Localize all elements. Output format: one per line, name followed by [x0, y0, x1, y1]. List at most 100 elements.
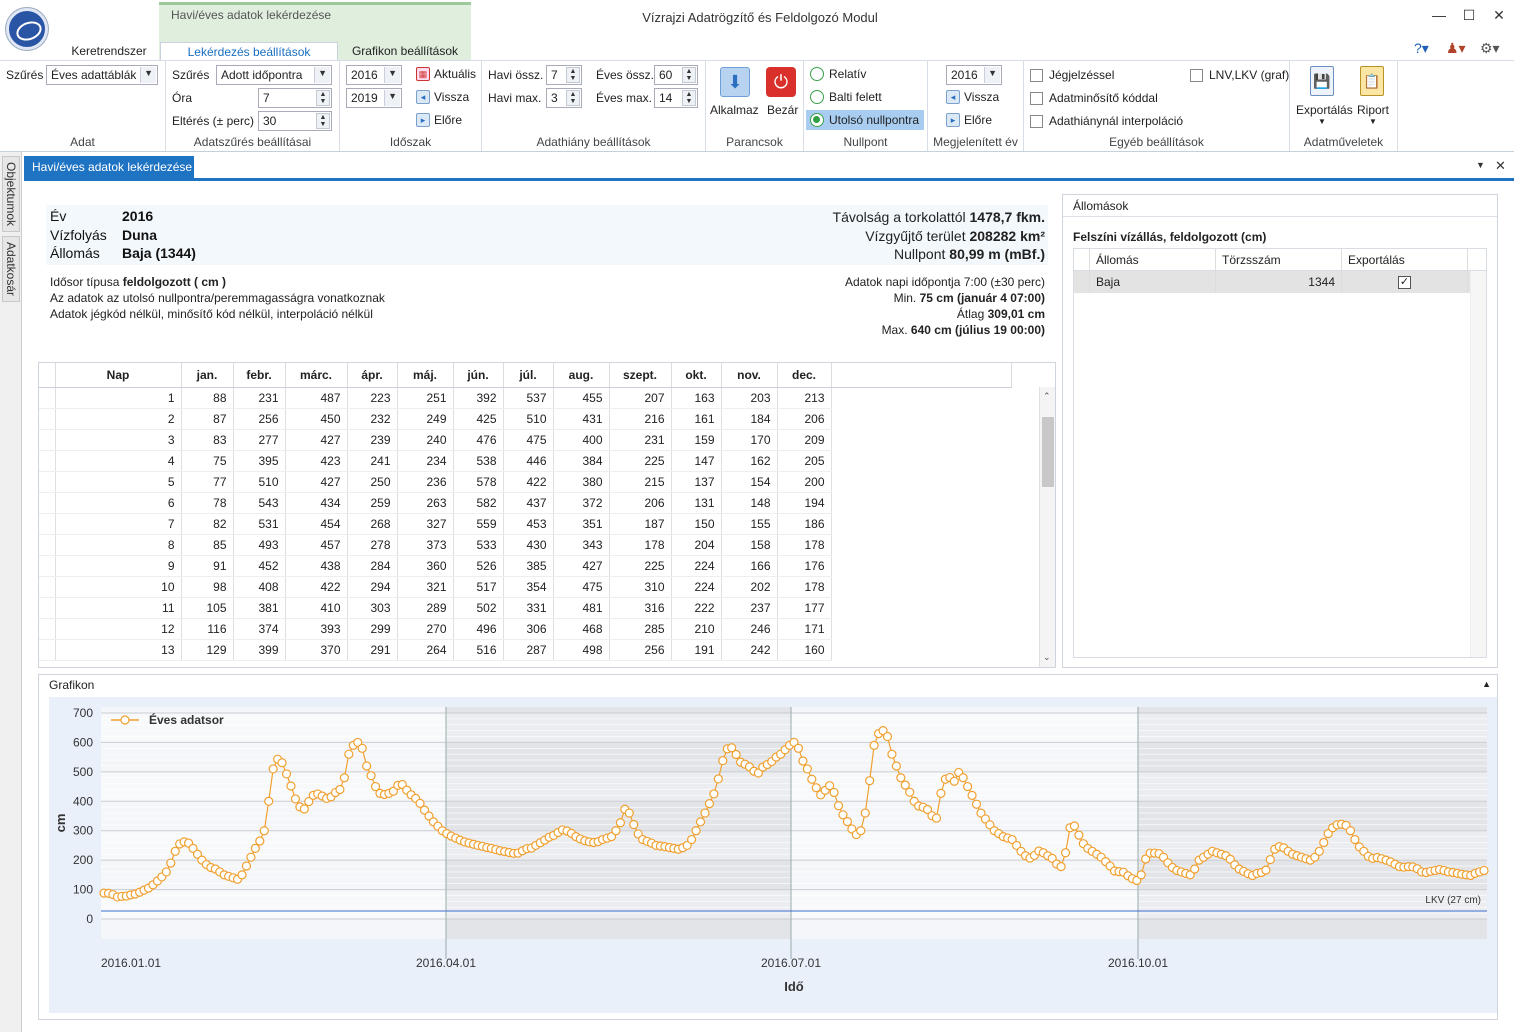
table-cell[interactable]: 209: [777, 429, 832, 451]
table-cell[interactable]: 400: [553, 429, 610, 451]
table-cell[interactable]: 82: [181, 513, 234, 535]
column-header[interactable]: Nap: [55, 363, 182, 388]
table-row[interactable]: 11 105 381 410 303 289 502 331 481 316 222 237 177: [39, 597, 1011, 619]
table-cell[interactable]: 13: [55, 639, 182, 661]
side-tab-objektumok[interactable]: Objektumok: [2, 156, 20, 232]
table-cell[interactable]: 303: [347, 597, 398, 619]
megj-vissza-button[interactable]: ◂ Vissza: [946, 90, 999, 104]
table-cell[interactable]: 538: [453, 450, 504, 472]
minimize-button[interactable]: —: [1422, 4, 1456, 26]
table-cell[interactable]: 207: [609, 387, 672, 409]
table-cell[interactable]: 77: [181, 471, 234, 493]
table-cell[interactable]: 155: [721, 513, 778, 535]
table-cell[interactable]: 7: [55, 513, 182, 535]
table-cell[interactable]: 11: [55, 597, 182, 619]
table-cell[interactable]: 187: [609, 513, 672, 535]
scrollbar-thumb[interactable]: [1042, 417, 1054, 487]
eves-ossz-spinner[interactable]: 60 ▲ ▼: [654, 65, 698, 85]
table-row[interactable]: 5 77 510 427 250 236 578 422 380 215 137 154 200: [39, 471, 1011, 493]
spin-arrows-icon[interactable]: ▲ ▼: [682, 90, 696, 106]
table-cell[interactable]: 240: [397, 429, 454, 451]
table-cell[interactable]: 158: [721, 534, 778, 556]
power-icon[interactable]: ⏻: [766, 67, 796, 97]
table-cell[interactable]: 502: [453, 597, 504, 619]
table-cell[interactable]: 2: [55, 408, 182, 430]
table-cell[interactable]: 374: [233, 618, 286, 640]
table-cell[interactable]: 83: [181, 429, 234, 451]
table-cell[interactable]: 200: [777, 471, 832, 493]
table-row[interactable]: 2 87 256 450 232 249 425 510 431 216 161 184 206: [39, 408, 1011, 430]
user-icon[interactable]: ♟▾: [1446, 40, 1466, 57]
table-cell[interactable]: 202: [721, 576, 778, 598]
table-cell[interactable]: 454: [285, 513, 348, 535]
table-cell[interactable]: 380: [553, 471, 610, 493]
column-header[interactable]: febr.: [233, 363, 286, 388]
table-cell[interactable]: 354: [503, 576, 554, 598]
help-icon[interactable]: ?▾: [1414, 40, 1429, 57]
table-cell[interactable]: 215: [609, 471, 672, 493]
idoszak-elore-button[interactable]: ▸ Előre: [416, 113, 462, 127]
station-row[interactable]: Baja 1344 ✓: [1074, 271, 1486, 293]
table-cell[interactable]: 3: [55, 429, 182, 451]
table-row[interactable]: 6 78 543 434 259 263 582 437 372 206 131 148 194: [39, 492, 1011, 514]
table-cell[interactable]: 6: [55, 492, 182, 514]
table-cell[interactable]: 231: [233, 387, 286, 409]
table-cell[interactable]: 381: [233, 597, 286, 619]
spin-arrows-icon[interactable]: ▲ ▼: [566, 90, 580, 106]
table-cell[interactable]: 176: [777, 555, 832, 577]
export-button[interactable]: Exportálás: [1296, 103, 1353, 117]
table-row[interactable]: 8 85 493 457 278 373 533 430 343 178 204 158 178: [39, 534, 1011, 556]
table-row[interactable]: 9 91 452 438 284 360 526 385 427 225 224 166 176: [39, 555, 1011, 577]
table-cell[interactable]: 331: [503, 597, 554, 619]
table-cell[interactable]: 256: [609, 639, 672, 661]
table-cell[interactable]: 256: [233, 408, 286, 430]
table-cell[interactable]: 452: [233, 555, 286, 577]
table-cell[interactable]: 8: [55, 534, 182, 556]
collapse-icon[interactable]: ▲: [1482, 679, 1491, 689]
scroll-up-icon[interactable]: ⌃: [1043, 391, 1051, 402]
table-cell[interactable]: 177: [777, 597, 832, 619]
radio-utolso[interactable]: Utolsó nullpontra: [806, 110, 924, 130]
table-cell[interactable]: 277: [233, 429, 286, 451]
table-cell[interactable]: 116: [181, 618, 234, 640]
table-cell[interactable]: 216: [609, 408, 672, 430]
table-cell[interactable]: 578: [453, 471, 504, 493]
ora-spinner[interactable]: 7 ▲ ▼: [258, 88, 332, 108]
table-cell[interactable]: 582: [453, 492, 504, 514]
table-cell[interactable]: 559: [453, 513, 504, 535]
data-grid[interactable]: Nap jan. febr. márc. ápr. máj. jún. júl. aug. sze…: [38, 362, 1056, 668]
table-cell[interactable]: 242: [721, 639, 778, 661]
table-cell[interactable]: 264: [397, 639, 454, 661]
table-row[interactable]: 12 116 374 393 299 270 496 306 468 285 210 246 171: [39, 618, 1011, 640]
table-cell[interactable]: 517: [453, 576, 504, 598]
table-cell[interactable]: 191: [671, 639, 722, 661]
table-cell[interactable]: 493: [233, 534, 286, 556]
report-clipboard-icon[interactable]: 📋: [1360, 66, 1384, 96]
aktualis-button[interactable]: ▦ Aktuális: [416, 67, 476, 81]
table-cell[interactable]: 450: [285, 408, 348, 430]
table-cell[interactable]: 259: [347, 492, 398, 514]
table-cell[interactable]: 399: [233, 639, 286, 661]
table-cell[interactable]: 186: [777, 513, 832, 535]
table-cell[interactable]: 237: [721, 597, 778, 619]
stations-scrollbar[interactable]: [1470, 271, 1486, 657]
table-cell[interactable]: 91: [181, 555, 234, 577]
table-cell[interactable]: 194: [777, 492, 832, 514]
table-row[interactable]: 13 129 399 370 291 264 516 287 498 256 191 242 160: [39, 639, 1011, 661]
table-cell[interactable]: 88: [181, 387, 234, 409]
column-header[interactable]: dec.: [777, 363, 832, 388]
spin-arrows-icon[interactable]: ▲ ▼: [566, 67, 580, 83]
table-cell[interactable]: 343: [553, 534, 610, 556]
table-cell[interactable]: 289: [397, 597, 454, 619]
column-header[interactable]: jún.: [453, 363, 504, 388]
table-cell[interactable]: 410: [285, 597, 348, 619]
table-cell[interactable]: 408: [233, 576, 286, 598]
table-cell[interactable]: 351: [553, 513, 610, 535]
table-cell[interactable]: 166: [721, 555, 778, 577]
table-row[interactable]: 3 83 277 427 239 240 476 475 400 231 159 170 209: [39, 429, 1011, 451]
table-cell[interactable]: 270: [397, 618, 454, 640]
spin-arrows-icon[interactable]: ▲ ▼: [682, 67, 696, 83]
table-cell[interactable]: 496: [453, 618, 504, 640]
table-cell[interactable]: 203: [721, 387, 778, 409]
table-cell[interactable]: 455: [553, 387, 610, 409]
